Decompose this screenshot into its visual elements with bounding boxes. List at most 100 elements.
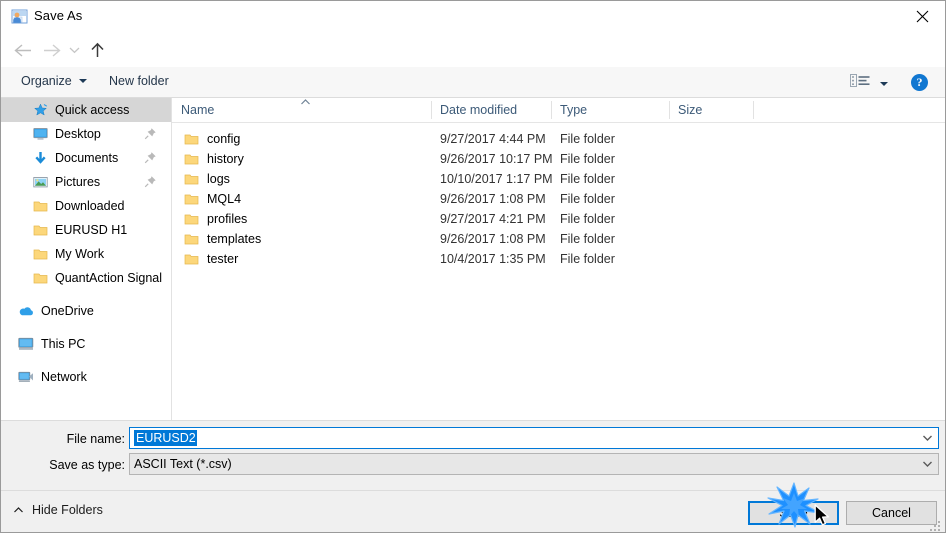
sidebar-item-label: Network [41,370,87,384]
file-date-cell: 9/26/2017 1:08 PM [440,232,546,246]
sidebar-item-label: EURUSD H1 [55,223,128,237]
column-divider[interactable] [753,101,754,119]
column-header-name[interactable]: Name [181,103,214,117]
file-type-cell: File folder [560,192,615,206]
dialog-footer: Hide Folders Save Cancel [1,490,945,532]
file-name-cell: profiles [184,212,247,226]
file-name-label: MQL4 [207,192,242,206]
navigation-bar: « Roaming MetaQuotes Terminal 915566BA06… [1,33,945,94]
view-layout-icon [850,73,870,94]
title-bar: Save As [1,1,945,33]
column-header-type[interactable]: Type [560,103,587,117]
hide-folders-label: Hide Folders [32,503,103,517]
sidebar-item-pictures[interactable]: Pictures [1,170,171,194]
file-type-cell: File folder [560,252,615,266]
pin-icon[interactable] [144,127,157,143]
sidebar-item-label: Documents [55,151,119,165]
folder-icon [184,153,199,166]
column-header-row: Name Date modified Type Size [172,98,945,123]
column-divider[interactable] [669,101,670,119]
new-folder-button[interactable]: New folder [105,73,173,89]
table-row[interactable]: tester 10/4/2017 1:35 PM File folder [172,250,945,270]
forward-arrow-icon[interactable] [39,37,65,63]
save-button[interactable]: Save [748,501,839,525]
folder-icon [32,222,48,238]
folder-icon [184,253,199,266]
sidebar-item-this-pc[interactable]: This PC [1,332,171,356]
file-name-cell: MQL4 [184,192,241,206]
sidebar-item-downloaded[interactable]: Downloaded [1,194,171,218]
sidebar-item-quick-access[interactable]: Quick access [1,98,171,122]
sidebar-item-desktop[interactable]: Desktop [1,122,171,146]
pc-icon [18,336,34,352]
sidebar-item-documents[interactable]: Documents [1,146,171,170]
file-name-label: File name: [66,432,125,446]
star-icon [32,102,48,118]
resize-grip[interactable] [929,518,942,531]
download-icon [32,150,48,166]
sidebar-item-label: Desktop [55,127,101,141]
pin-icon[interactable] [144,175,157,191]
file-name-label: profiles [207,212,248,226]
sidebar-item-label: Quick access [55,103,130,117]
recent-locations-chevron-icon[interactable] [65,37,83,63]
back-arrow-icon[interactable] [9,37,35,63]
column-header-size[interactable]: Size [678,103,702,117]
table-row[interactable]: logs 10/10/2017 1:17 PM File folder [172,170,945,190]
file-name-cell: history [184,152,244,166]
file-date-cell: 9/26/2017 1:08 PM [440,192,546,206]
sidebar-item-onedrive[interactable]: OneDrive [1,299,171,323]
picture-icon [32,174,48,190]
cancel-button[interactable]: Cancel [846,501,937,525]
file-type-cell: File folder [560,132,615,146]
save-as-dialog: Save As Search 915566BA06ADA40756... Org… [0,0,946,533]
organize-label: Organize [21,74,72,88]
file-date-cell: 10/10/2017 1:17 PM [440,172,553,186]
hide-folders-button[interactable]: Hide Folders [13,503,103,517]
folder-icon [184,133,199,146]
sidebar-item-quantaction-signal[interactable]: QuantAction Signal [1,266,171,290]
table-row[interactable]: history 9/26/2017 10:17 PM File folder [172,150,945,170]
folder-icon [184,213,199,226]
table-row[interactable]: profiles 9/27/2017 4:21 PM File folder [172,210,945,230]
navigation-sidebar: Quick access Desktop Documents Pictures … [1,98,172,420]
view-options-button[interactable] [850,73,888,94]
cloud-icon [18,303,34,319]
chevron-down-icon[interactable] [918,454,936,474]
save-as-type-label: Save as type: [49,458,125,472]
table-row[interactable]: MQL4 9/26/2017 1:08 PM File folder [172,190,945,210]
column-divider[interactable] [431,101,432,119]
up-arrow-icon[interactable] [84,37,110,63]
save-as-type-select[interactable]: ASCII Text (*.csv) [129,453,939,475]
file-type-cell: File folder [560,212,615,226]
file-name-label: config [207,132,241,146]
file-name-cell: config [184,132,240,146]
file-name-cell: logs [184,172,230,186]
file-date-cell: 9/26/2017 10:17 PM [440,152,553,166]
monitor-icon [32,126,48,142]
help-button[interactable]: ? [911,74,928,91]
sort-ascending-icon [300,98,311,111]
organize-button[interactable]: Organize [17,73,91,89]
column-header-date-modified[interactable]: Date modified [440,103,517,117]
pin-icon[interactable] [144,151,157,167]
table-row[interactable]: templates 9/26/2017 1:08 PM File folder [172,230,945,250]
chevron-down-icon[interactable] [918,428,936,448]
sidebar-item-label: Pictures [55,175,101,189]
file-list-pane: Name Date modified Type Size config 9/27… [172,98,945,420]
sidebar-item-eurusd-h1[interactable]: EURUSD H1 [1,218,171,242]
column-divider[interactable] [551,101,552,119]
table-row[interactable]: config 9/27/2017 4:44 PM File folder [172,130,945,150]
chevron-down-icon [880,81,888,86]
folder-icon [184,233,199,246]
folder-icon [184,173,199,186]
file-name-input[interactable]: EURUSD2 [129,427,939,449]
sidebar-item-label: OneDrive [41,304,94,318]
sidebar-item-label: This PC [41,337,86,351]
file-date-cell: 9/27/2017 4:44 PM [440,132,546,146]
close-icon[interactable] [899,1,945,32]
sidebar-item-network[interactable]: Network [1,365,171,389]
sidebar-item-my-work[interactable]: My Work [1,242,171,266]
file-name-label: logs [207,172,230,186]
